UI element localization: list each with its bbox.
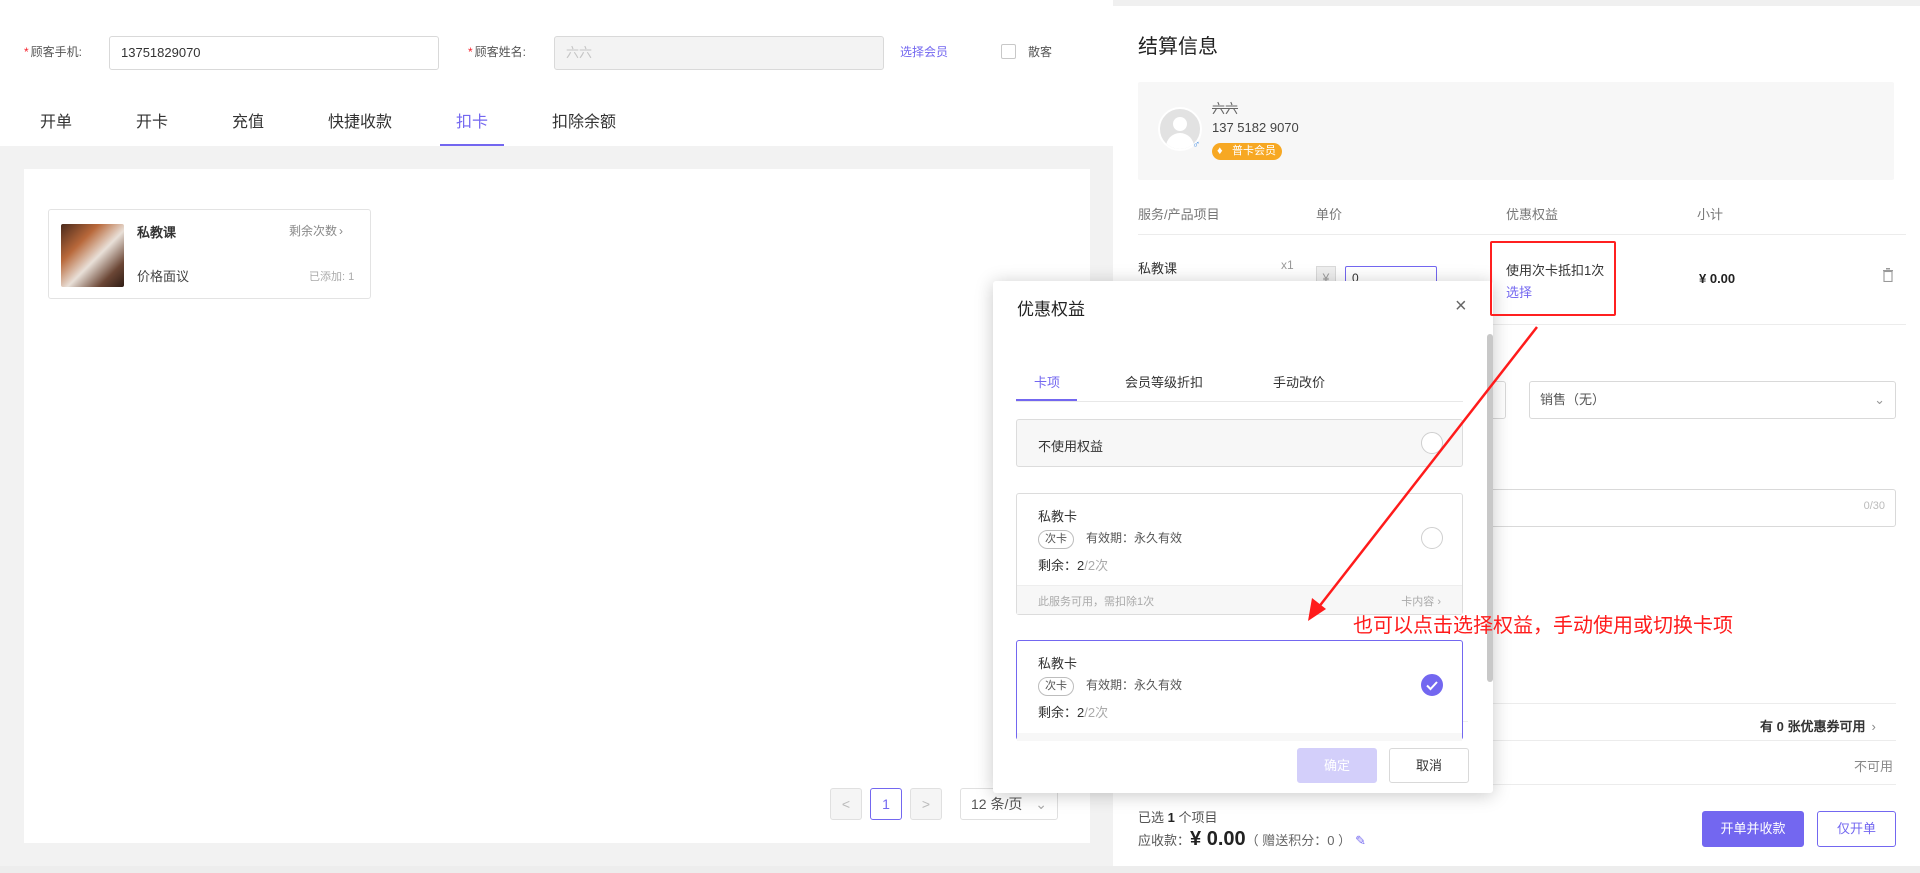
annotation-text: 也可以点击选择权益，手动使用或切换卡项	[1353, 615, 1733, 637]
bottom-strip	[0, 866, 1920, 873]
annotation-arrow	[1308, 326, 1538, 621]
